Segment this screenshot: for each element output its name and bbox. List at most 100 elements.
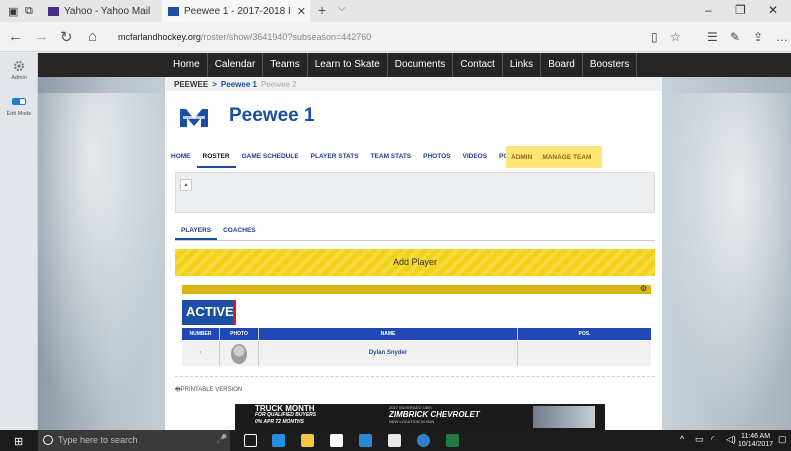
nav-home[interactable]: Home <box>166 53 208 77</box>
windows-start-icon[interactable]: ⊞ <box>14 435 23 448</box>
taskbar-clock[interactable]: 11:46 AM 10/14/2017 <box>738 433 773 449</box>
mail-icon <box>48 6 59 16</box>
tab-manage-team[interactable]: MANAGE TEAM <box>537 154 596 161</box>
tab-roster[interactable]: ROSTER <box>196 146 236 168</box>
more-icon[interactable]: … <box>776 30 788 44</box>
rail-label: Edit Mode <box>6 111 32 117</box>
breadcrumb-separator: > <box>212 80 217 89</box>
tabs-aside-icon[interactable]: ▣ <box>8 5 18 18</box>
nav-teams[interactable]: Teams <box>263 53 308 77</box>
ad-dealer: 2017 SILVERADO 1500 ZIMBRICK CHEVROLET N… <box>389 405 480 424</box>
team-logo <box>180 109 208 127</box>
team-nav: HOME ROSTER GAME SCHEDULE PLAYER STATS T… <box>165 146 662 168</box>
nav-links[interactable]: Links <box>503 53 542 77</box>
ad-note: NEW LOCATION IN SUN <box>389 419 435 424</box>
admin-rail: Admin Edit Mode <box>0 53 38 430</box>
ice-rink-image-right <box>661 93 791 423</box>
excel-icon[interactable] <box>446 434 459 447</box>
tab-players[interactable]: PLAYERS <box>175 223 218 240</box>
tab-team-stats[interactable]: TEAM STATS <box>365 146 418 168</box>
new-tab-icon[interactable]: + <box>318 2 326 18</box>
col-pos[interactable]: POS. <box>517 328 651 340</box>
table-header: NUMBER PHOTO NAME POS. <box>182 328 651 340</box>
task-view-icon[interactable] <box>244 434 257 447</box>
sort-handle-icon[interactable]: ‹ <box>200 350 202 356</box>
nav-board[interactable]: Board <box>541 53 583 77</box>
cortana-icon <box>43 435 53 445</box>
breadcrumb-root[interactable]: PEEWEE <box>174 80 208 89</box>
microphone-icon[interactable]: 🎤 <box>216 434 227 445</box>
browser-tab-bar: ▣ ⧉ Yahoo - Yahoo Mail Peewee 1 - 2017-2… <box>0 0 791 22</box>
network-icon[interactable]: ▭ <box>695 434 704 445</box>
url-path: /roster/show/3641940?subseason=442760 <box>200 32 372 42</box>
tab-preview-icon[interactable]: ⧉ <box>25 5 33 18</box>
site-favicon-icon <box>168 6 179 16</box>
restore-icon[interactable]: ❐ <box>735 3 746 17</box>
nav-contact[interactable]: Contact <box>453 53 503 77</box>
share-icon[interactable]: ⇪ <box>753 30 763 44</box>
add-player-button[interactable]: Add Player <box>175 249 655 276</box>
favorite-star-icon[interactable]: ☆ <box>670 30 681 44</box>
chevron-down-icon[interactable]: ⌵ <box>338 3 346 14</box>
address-bar: ← → ↻ ⌂ mcfarlandhockey.org/roster/show/… <box>0 22 791 52</box>
roster-toolbar: ⚙ <box>182 284 651 294</box>
edge-icon[interactable] <box>272 434 285 447</box>
table-row: ‹ Dylan Snyder <box>182 341 651 366</box>
mail-app-icon[interactable] <box>388 434 401 447</box>
web-note-icon[interactable]: ✎ <box>730 30 740 44</box>
reading-view-icon[interactable]: ▯ <box>651 30 658 44</box>
store-icon[interactable] <box>330 434 343 447</box>
browser-app-icon[interactable] <box>417 434 430 447</box>
collapse-toggle-icon[interactable]: ▴ <box>180 179 192 191</box>
tab-home[interactable]: HOME <box>165 146 197 168</box>
media-icon[interactable] <box>359 434 372 447</box>
refresh-icon[interactable]: ↻ <box>60 28 73 46</box>
cell-name[interactable]: Dylan Snyder <box>258 341 517 366</box>
gear-icon[interactable]: ⚙ <box>640 284 647 293</box>
admin-button[interactable]: Admin <box>4 59 34 81</box>
taskbar: ⊞ Type here to search 🎤 ^ ▭ ◜ ◁) 11:46 A… <box>0 430 791 451</box>
nav-documents[interactable]: Documents <box>388 53 454 77</box>
minimize-icon[interactable]: – <box>705 3 712 17</box>
col-name[interactable]: NAME <box>258 328 517 340</box>
tab-admin[interactable]: ADMIN <box>506 154 537 161</box>
taskbar-search[interactable]: Type here to search <box>38 430 230 451</box>
edit-mode-button[interactable]: Edit Mode <box>4 95 34 117</box>
nav-calendar[interactable]: Calendar <box>208 53 264 77</box>
tab-yahoo-mail[interactable]: Yahoo - Yahoo Mail <box>42 0 160 22</box>
url-field[interactable]: mcfarlandhockey.org/roster/show/3641940?… <box>118 32 371 42</box>
nav-learn-to-skate[interactable]: Learn to Skate <box>308 53 388 77</box>
tab-videos[interactable]: VIDEOS <box>456 146 493 168</box>
nav-boosters[interactable]: Boosters <box>583 53 638 77</box>
url-host: mcfarlandhockey.org <box>118 32 201 42</box>
search-placeholder: Type here to search <box>58 435 138 445</box>
tab-player-stats[interactable]: PLAYER STATS <box>305 146 365 168</box>
home-icon[interactable]: ⌂ <box>88 28 97 45</box>
chevron-up-icon[interactable]: ^ <box>680 434 684 444</box>
ad-banner[interactable]: TRUCK MONTH FOR QUALIFIED BUYERS 0% APR … <box>235 404 605 430</box>
tab-photos[interactable]: PHOTOS <box>417 146 456 168</box>
favorites-hub-icon[interactable]: ☰ <box>707 30 718 44</box>
site-nav: Home Calendar Teams Learn to Skate Docum… <box>38 53 791 77</box>
breadcrumb-sibling[interactable]: Peewee 2 <box>261 80 297 89</box>
forward-icon[interactable]: → <box>34 28 49 45</box>
printable-version-link[interactable]: 🖶PRINTABLE VERSION <box>175 385 242 395</box>
volume-icon[interactable]: ◁) <box>726 434 736 445</box>
ice-rink-image-left <box>38 93 173 423</box>
close-tab-icon[interactable]: ✕ <box>297 5 306 18</box>
close-window-icon[interactable]: ✕ <box>768 3 778 17</box>
breadcrumb-current[interactable]: Peewee 1 <box>221 80 257 89</box>
tab-game-schedule[interactable]: GAME SCHEDULE <box>236 146 305 168</box>
gear-icon <box>14 61 24 71</box>
back-icon[interactable]: ← <box>8 28 23 45</box>
tab-peewee[interactable]: Peewee 1 - 2017-2018 I ✕ <box>162 0 310 22</box>
tab-coaches[interactable]: COACHES <box>217 223 262 240</box>
ad-line3: 0% APR 72 MONTHS <box>255 419 304 425</box>
col-number[interactable]: NUMBER <box>182 328 219 340</box>
wifi-icon[interactable]: ◜ <box>711 434 715 445</box>
section-heading-active: ACTIVE <box>182 300 236 325</box>
notifications-icon[interactable]: ▢ <box>778 434 787 445</box>
cell-photo <box>219 341 258 366</box>
col-photo: PHOTO <box>219 328 258 340</box>
file-explorer-icon[interactable] <box>301 434 314 447</box>
